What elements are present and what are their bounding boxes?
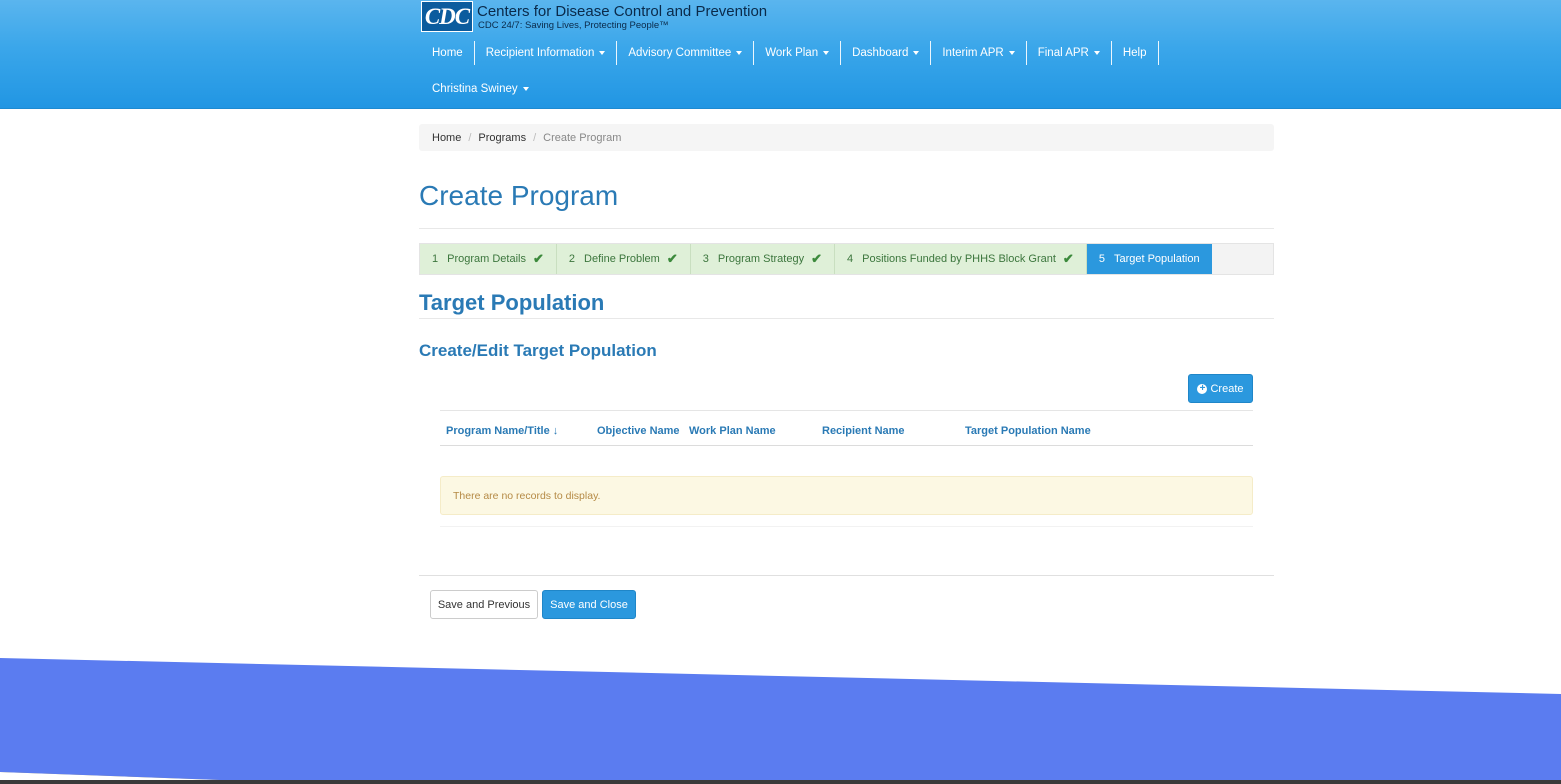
sort-down-arrow-icon: ↓: [552, 425, 559, 437]
step-number: 5: [1098, 253, 1105, 265]
step-label: Target Population: [1113, 253, 1200, 265]
caret-down-icon: [1093, 51, 1100, 55]
step-number: 3: [702, 253, 709, 265]
breadcrumb-separator: /: [533, 131, 537, 144]
section-subtitle: Create/Edit Target Population: [419, 341, 657, 360]
column-header-objective-name[interactable]: Objective Name: [597, 425, 680, 437]
create-button-label: Create: [1210, 382, 1244, 395]
check-icon: ✔: [532, 251, 544, 266]
step-program-details[interactable]: 1 Program Details ✔: [420, 244, 557, 274]
nav-home-label: Home: [432, 47, 463, 59]
column-header-recipient-name[interactable]: Recipient Name: [822, 425, 905, 437]
breadcrumb-separator: /: [468, 131, 472, 144]
save-and-previous-button[interactable]: Save and Previous: [430, 590, 538, 619]
nav-work-plan[interactable]: Work Plan: [754, 41, 842, 65]
cdc-brand[interactable]: CDC Centers for Disease Control and Prev…: [421, 1, 767, 33]
create-button[interactable]: + Create: [1188, 374, 1253, 403]
check-icon: ✔: [666, 251, 678, 266]
divider: [440, 526, 1253, 527]
breadcrumb-programs[interactable]: Programs: [478, 132, 526, 144]
step-number: 4: [846, 253, 854, 265]
step-positions-funded[interactable]: 4 Positions Funded by PHHS Block Grant ✔: [834, 244, 1087, 274]
nav-dashboard[interactable]: Dashboard: [841, 41, 932, 65]
check-icon: ✔: [811, 251, 822, 266]
nav-advisory-committee[interactable]: Advisory Committee: [617, 41, 755, 65]
user-menu[interactable]: Christina Swiney: [432, 83, 529, 95]
nav-work-plan-label: Work Plan: [765, 47, 819, 59]
target-population-grid: Program Name/Title ↓ Objective Name Work …: [440, 410, 1253, 446]
column-header-target-population-name[interactable]: Target Population Name: [965, 425, 1091, 437]
wizard-steps: 1 Program Details ✔ 2 Define Problem ✔ 3…: [419, 243, 1274, 275]
cdc-logo: CDC: [421, 1, 473, 32]
step-label: Program Strategy: [717, 253, 805, 265]
brand-title: Centers for Disease Control and Preventi…: [477, 3, 768, 20]
nav-recipient-information-label: Recipient Information: [485, 47, 595, 59]
caret-down-icon: [1008, 51, 1015, 55]
caret-down-icon: [913, 51, 920, 55]
nav-final-apr[interactable]: Final APR: [1027, 41, 1112, 65]
footer-band: [0, 658, 1561, 784]
column-header-work-plan-name[interactable]: Work Plan Name: [689, 425, 776, 437]
nav-interim-apr-label: Interim APR: [942, 47, 1004, 59]
column-header-program-name[interactable]: Program Name/Title ↓: [446, 425, 558, 437]
step-label: Positions Funded by PHHS Block Grant: [862, 253, 1056, 265]
plus-circle-icon: +: [1197, 383, 1208, 394]
caret-down-icon: [522, 87, 529, 91]
step-program-strategy[interactable]: 3 Program Strategy ✔: [690, 244, 835, 274]
site-header: CDC Centers for Disease Control and Prev…: [0, 0, 1561, 109]
breadcrumb-home[interactable]: Home: [432, 132, 461, 144]
divider: [419, 318, 1274, 319]
step-number: 2: [568, 253, 576, 265]
no-records-message: There are no records to display.: [440, 476, 1253, 515]
breadcrumb: Home / Programs / Create Program: [419, 124, 1274, 151]
main-nav: Home Recipient Information Advisory Comm…: [421, 41, 1159, 65]
divider: [419, 575, 1274, 576]
page-title: Create Program: [419, 180, 619, 211]
divider: [419, 228, 1274, 229]
caret-down-icon: [736, 51, 743, 55]
column-header-label: Program Name/Title: [446, 425, 550, 437]
caret-down-icon: [823, 51, 830, 55]
nav-home[interactable]: Home: [421, 41, 475, 65]
caret-down-icon: [599, 51, 606, 55]
nav-interim-apr[interactable]: Interim APR: [931, 41, 1027, 65]
step-define-problem[interactable]: 2 Define Problem ✔: [556, 244, 691, 274]
nav-recipient-information[interactable]: Recipient Information: [475, 41, 618, 65]
grid-header: Program Name/Title ↓ Objective Name Work …: [440, 410, 1253, 446]
section-title: Target Population: [419, 290, 605, 315]
check-icon: ✔: [1062, 251, 1074, 266]
step-label: Program Details: [447, 253, 526, 265]
cdc-logo-text: CDC: [424, 3, 470, 29]
nav-dashboard-label: Dashboard: [852, 47, 909, 59]
step-number: 1: [432, 253, 439, 265]
brand-tagline: CDC 24/7: Saving Lives, Protecting Peopl…: [478, 20, 669, 31]
save-and-close-button[interactable]: Save and Close: [542, 590, 636, 619]
nav-advisory-committee-label: Advisory Committee: [628, 47, 732, 59]
nav-help-label: Help: [1122, 47, 1147, 59]
nav-help[interactable]: Help: [1112, 41, 1159, 65]
nav-final-apr-label: Final APR: [1037, 47, 1089, 59]
step-target-population[interactable]: 5 Target Population: [1086, 244, 1212, 274]
breadcrumb-current: Create Program: [543, 131, 622, 144]
user-name: Christina Swiney: [432, 83, 518, 95]
step-label: Define Problem: [584, 253, 660, 265]
